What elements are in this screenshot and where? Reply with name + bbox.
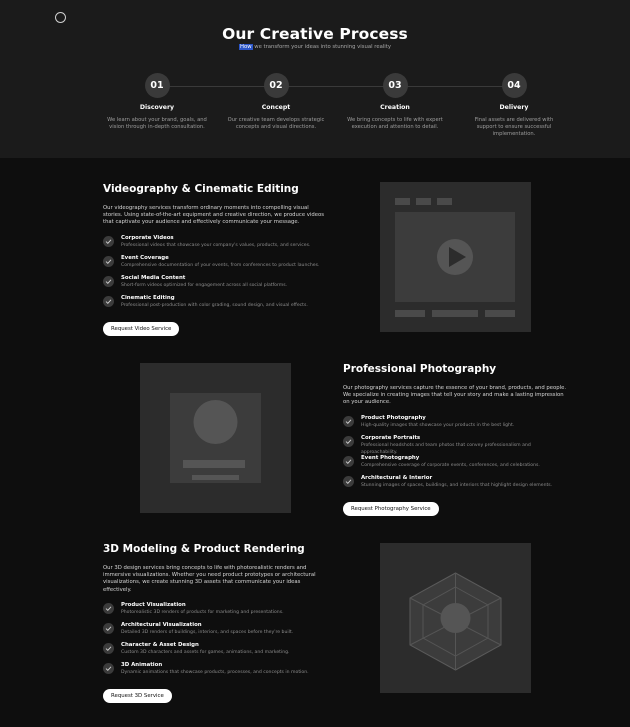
check-icon xyxy=(343,475,354,487)
step-number: 01 xyxy=(144,73,170,98)
service-intro: Our photography services capture the ess… xyxy=(343,385,567,406)
check-icon xyxy=(343,415,354,427)
feature-title: Character & Asset Design xyxy=(121,641,199,648)
feature-item: Product Visualization Photorealistic 3D … xyxy=(103,602,325,622)
step-delivery: 04 Delivery Final assets are delivered w… xyxy=(459,73,569,137)
check-icon xyxy=(103,235,114,247)
check-icon xyxy=(103,255,114,267)
feature-description: Stunning images of spaces, buildings, an… xyxy=(361,482,553,488)
request-3d-service-button[interactable]: Request 3D Service xyxy=(103,688,172,703)
check-icon xyxy=(103,295,114,307)
feature-description: Professional videos that showcase your c… xyxy=(121,242,311,248)
feature-title: Product Photography xyxy=(361,414,426,421)
feature-description: Photorealistic 3D renders of products fo… xyxy=(121,609,284,615)
feature-title: Cinematic Editing xyxy=(121,294,175,301)
feature-item: Cinematic Editing Professional post-prod… xyxy=(103,295,325,315)
service-intro: Our 3D design services bring concepts to… xyxy=(103,565,316,593)
feature-title: Social Media Content xyxy=(121,274,186,281)
feature-description: Comprehensive coverage of corporate even… xyxy=(361,462,540,468)
step-description: Our creative team develops strategic con… xyxy=(227,117,325,130)
step-description: Final assets are delivered with support … xyxy=(474,117,554,137)
portrait-frame-icon xyxy=(170,393,261,483)
feature-description: Detailed 3D renders of buildings, interi… xyxy=(121,629,294,635)
feature-item: Event Photography Comprehensive coverage… xyxy=(343,455,568,475)
feature-title: Corporate Portraits xyxy=(361,434,421,441)
feature-description: Comprehensive documentation of your even… xyxy=(121,262,320,268)
feature-list: Corporate Videos Professional videos tha… xyxy=(103,235,325,315)
feature-item: Architectural Visualization Detailed 3D … xyxy=(103,622,325,642)
check-icon xyxy=(103,275,114,287)
creative-process-section: Our Creative Process How we transform yo… xyxy=(0,0,630,158)
check-icon xyxy=(103,622,114,634)
step-description: We learn about your brand, goals, and vi… xyxy=(107,117,207,130)
step-title: Creation xyxy=(380,104,410,111)
feature-list: Product Photography High-quality images … xyxy=(343,415,568,495)
request-video-service-button[interactable]: Request Video Service xyxy=(103,321,180,336)
service-photography: Professional Photography Our photography… xyxy=(343,363,568,516)
photo-placeholder-image xyxy=(140,363,291,513)
process-subtitle: How we transform your ideas into stunnin… xyxy=(0,44,630,50)
step-number: 02 xyxy=(263,73,289,98)
feature-title: Product Visualization xyxy=(121,601,186,608)
process-title: Our Creative Process xyxy=(222,25,408,43)
feature-description: Dynamic animations that showcase product… xyxy=(121,669,309,675)
check-icon xyxy=(103,602,114,614)
service-3d-modeling: 3D Modeling & Product Rendering Our 3D d… xyxy=(103,543,325,703)
service-intro: Our videography services transform ordin… xyxy=(103,205,324,226)
feature-title: Architectural Visualization xyxy=(121,621,202,628)
feature-item: 3D Animation Dynamic animations that sho… xyxy=(103,662,325,682)
feature-description: Professional post-production with color … xyxy=(121,302,308,308)
feature-description: Short-form videos optimized for engageme… xyxy=(121,282,288,288)
request-photography-service-button[interactable]: Request Photography Service xyxy=(343,501,439,516)
step-title: Delivery xyxy=(499,104,529,111)
check-icon xyxy=(343,455,354,467)
feature-description: Custom 3D characters and assets for game… xyxy=(121,649,290,655)
feature-item: Architectural & Interior Stunning images… xyxy=(343,475,568,495)
feature-item: Event Coverage Comprehensive documentati… xyxy=(103,255,325,275)
video-player-icon xyxy=(395,198,515,317)
feature-description: Professional headshots and team photos t… xyxy=(361,442,531,455)
feature-title: 3D Animation xyxy=(121,661,163,668)
video-placeholder-image xyxy=(380,182,531,332)
step-creation: 03 Creation We bring concepts to life wi… xyxy=(340,73,450,131)
check-icon xyxy=(103,642,114,654)
step-number: 04 xyxy=(501,73,527,98)
feature-item: Corporate Videos Professional videos tha… xyxy=(103,235,325,255)
feature-title: Event Photography xyxy=(361,454,420,461)
feature-title: Corporate Videos xyxy=(121,234,174,241)
step-number: 03 xyxy=(382,73,408,98)
feature-item: Social Media Content Short-form videos o… xyxy=(103,275,325,295)
service-videography: Videography & Cinematic Editing Our vide… xyxy=(103,183,325,336)
feature-item: Product Photography High-quality images … xyxy=(343,415,568,435)
step-concept: 02 Concept Our creative team develops st… xyxy=(221,73,331,131)
service-title: 3D Modeling & Product Rendering xyxy=(103,543,305,555)
hexagon-model-icon xyxy=(409,572,502,671)
feature-list: Product Visualization Photorealistic 3D … xyxy=(103,602,325,682)
check-icon xyxy=(343,435,354,447)
step-title: Concept xyxy=(261,104,291,111)
subtitle-selected-text: How xyxy=(238,44,253,50)
step-discovery: 01 Discovery We learn about your brand, … xyxy=(102,73,212,131)
feature-item: Character & Asset Design Custom 3D chara… xyxy=(103,642,325,662)
cursor-circle-icon xyxy=(55,12,66,23)
step-description: We bring concepts to life with expert ex… xyxy=(347,117,443,130)
feature-description: High-quality images that showcase your p… xyxy=(361,422,515,428)
step-title: Discovery xyxy=(139,104,175,111)
feature-item: Corporate Portraits Professional headsho… xyxy=(343,435,568,455)
subtitle-text: we transform your ideas into stunning vi… xyxy=(252,44,391,50)
service-title: Videography & Cinematic Editing xyxy=(103,183,299,195)
3d-placeholder-image xyxy=(380,543,531,693)
check-icon xyxy=(103,662,114,674)
feature-title: Event Coverage xyxy=(121,254,169,261)
feature-title: Architectural & Interior xyxy=(361,474,433,481)
service-title: Professional Photography xyxy=(343,363,497,375)
